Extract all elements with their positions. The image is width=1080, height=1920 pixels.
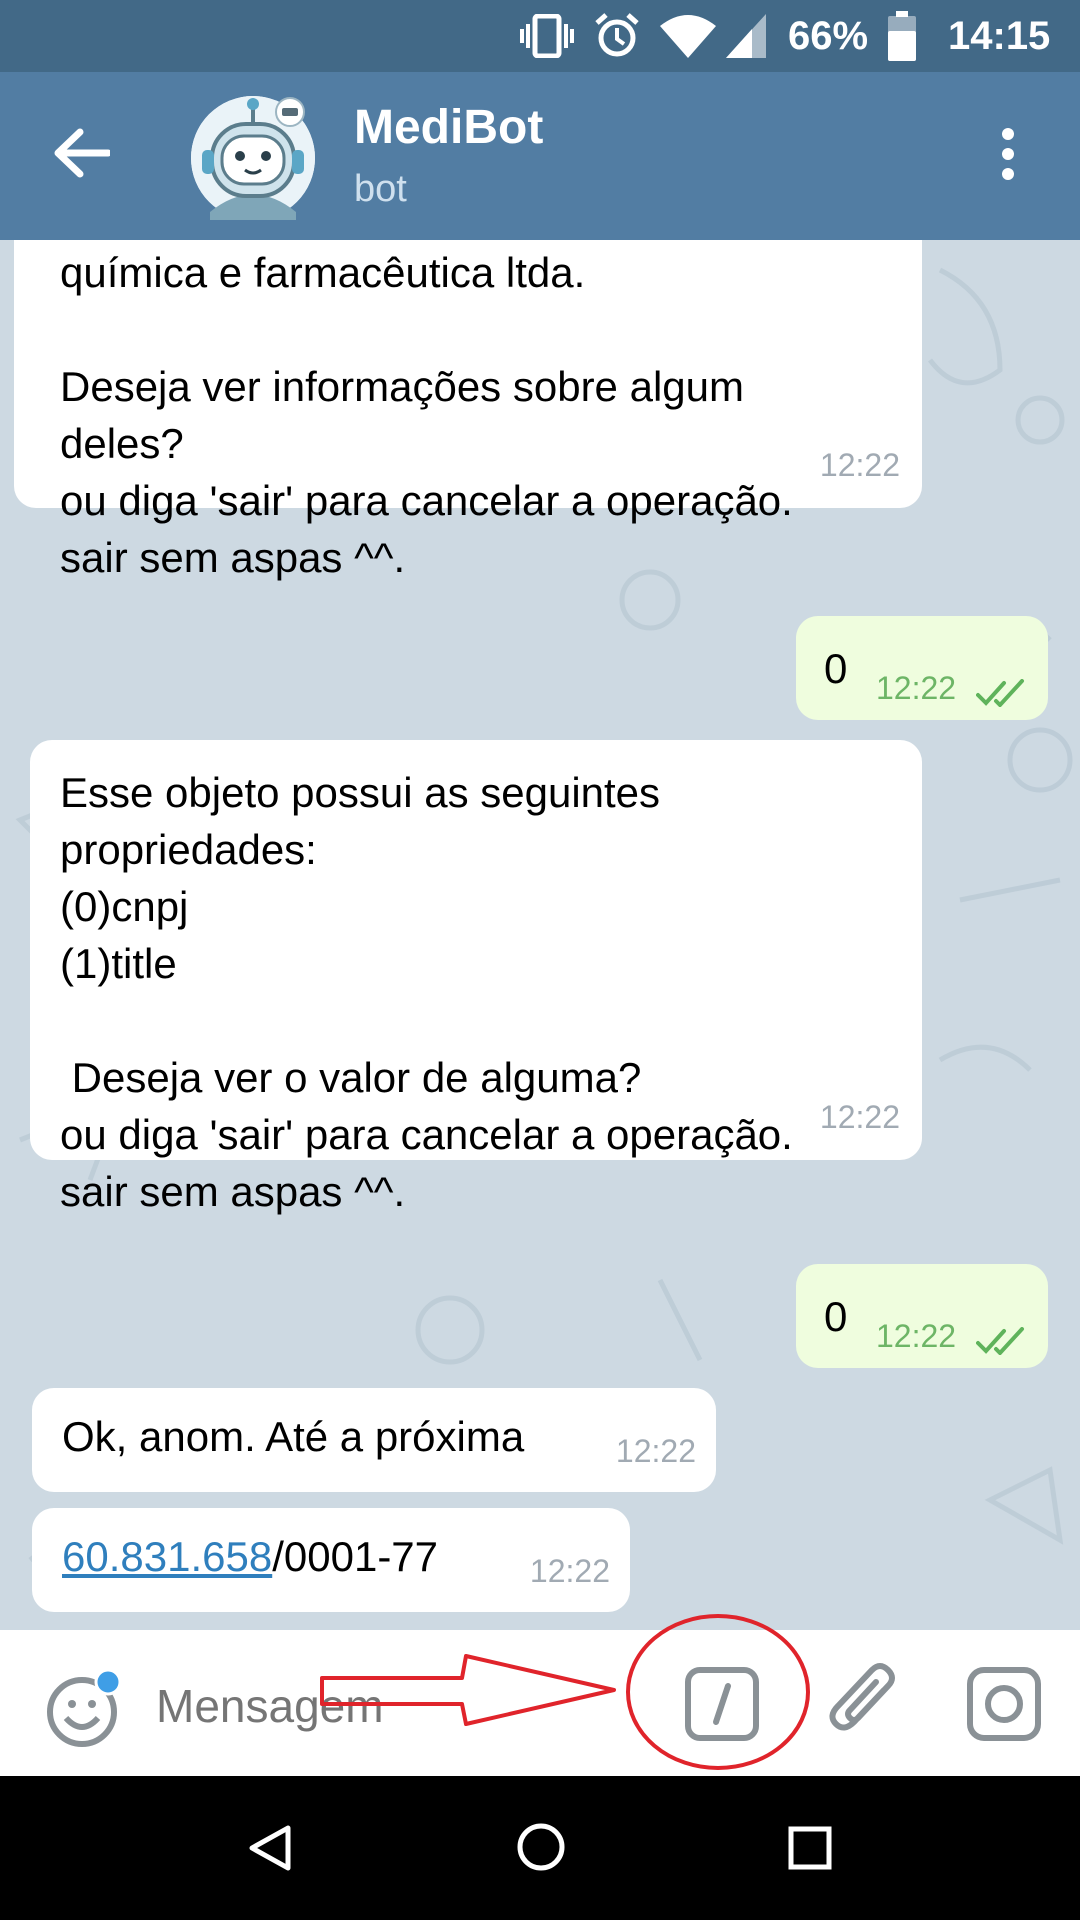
home-icon[interactable]	[516, 1822, 566, 1877]
wifi-icon	[660, 0, 716, 72]
double-check-icon	[976, 1312, 1026, 1369]
robot-avatar[interactable]	[190, 92, 320, 227]
annotation-overlay	[320, 1614, 810, 1770]
message-text: Esse objeto possui as seguintes propried…	[60, 769, 793, 1215]
more-vertical-icon[interactable]	[998, 126, 1018, 187]
message-time: 12:22	[819, 1099, 900, 1135]
message-incoming[interactable]: Esse objeto possui as seguintes propried…	[30, 740, 922, 1215]
message-time: 12:22	[876, 1318, 957, 1354]
message-outgoing[interactable]: 0 12:22	[796, 1264, 1048, 1368]
message-time: 12:22	[876, 670, 957, 706]
message-incoming[interactable]: 60.831.658/0001-77 12:22	[32, 1508, 630, 1612]
message-text: química e farmacêutica ltda. Deseja ver …	[60, 249, 793, 581]
cnpj-link[interactable]: 60.831.658	[62, 1533, 272, 1580]
chat-header: MediBot bot	[0, 72, 1080, 240]
message-incoming[interactable]: Ok, anom. Até a próxima 12:22	[32, 1388, 716, 1492]
message-time: 12:22	[529, 1553, 610, 1589]
message-incoming[interactable]: química e farmacêutica ltda. Deseja ver …	[14, 240, 922, 581]
message-list[interactable]: química e farmacêutica ltda. Deseja ver …	[0, 240, 1080, 1630]
recents-icon[interactable]	[788, 1826, 832, 1875]
battery-percent: 66%	[788, 13, 869, 58]
back-arrow-icon[interactable]	[52, 128, 112, 183]
back-icon[interactable]	[248, 1824, 292, 1877]
chat-title[interactable]: MediBot	[354, 100, 543, 155]
system-nav-bar	[0, 1776, 1080, 1920]
status-bar: 66% 14:15	[0, 0, 1080, 72]
vibrate-icon	[520, 0, 574, 72]
double-check-icon	[976, 664, 1026, 721]
message-time: 12:22	[615, 1433, 696, 1469]
message-time: 12:22	[819, 447, 900, 483]
message-outgoing[interactable]: 0 12:22	[796, 616, 1048, 720]
battery-icon	[888, 0, 916, 72]
clock: 14:15	[948, 13, 1051, 58]
alarm-icon	[594, 0, 640, 72]
signal-icon	[726, 0, 766, 72]
chat-subtitle: bot	[354, 168, 407, 210]
